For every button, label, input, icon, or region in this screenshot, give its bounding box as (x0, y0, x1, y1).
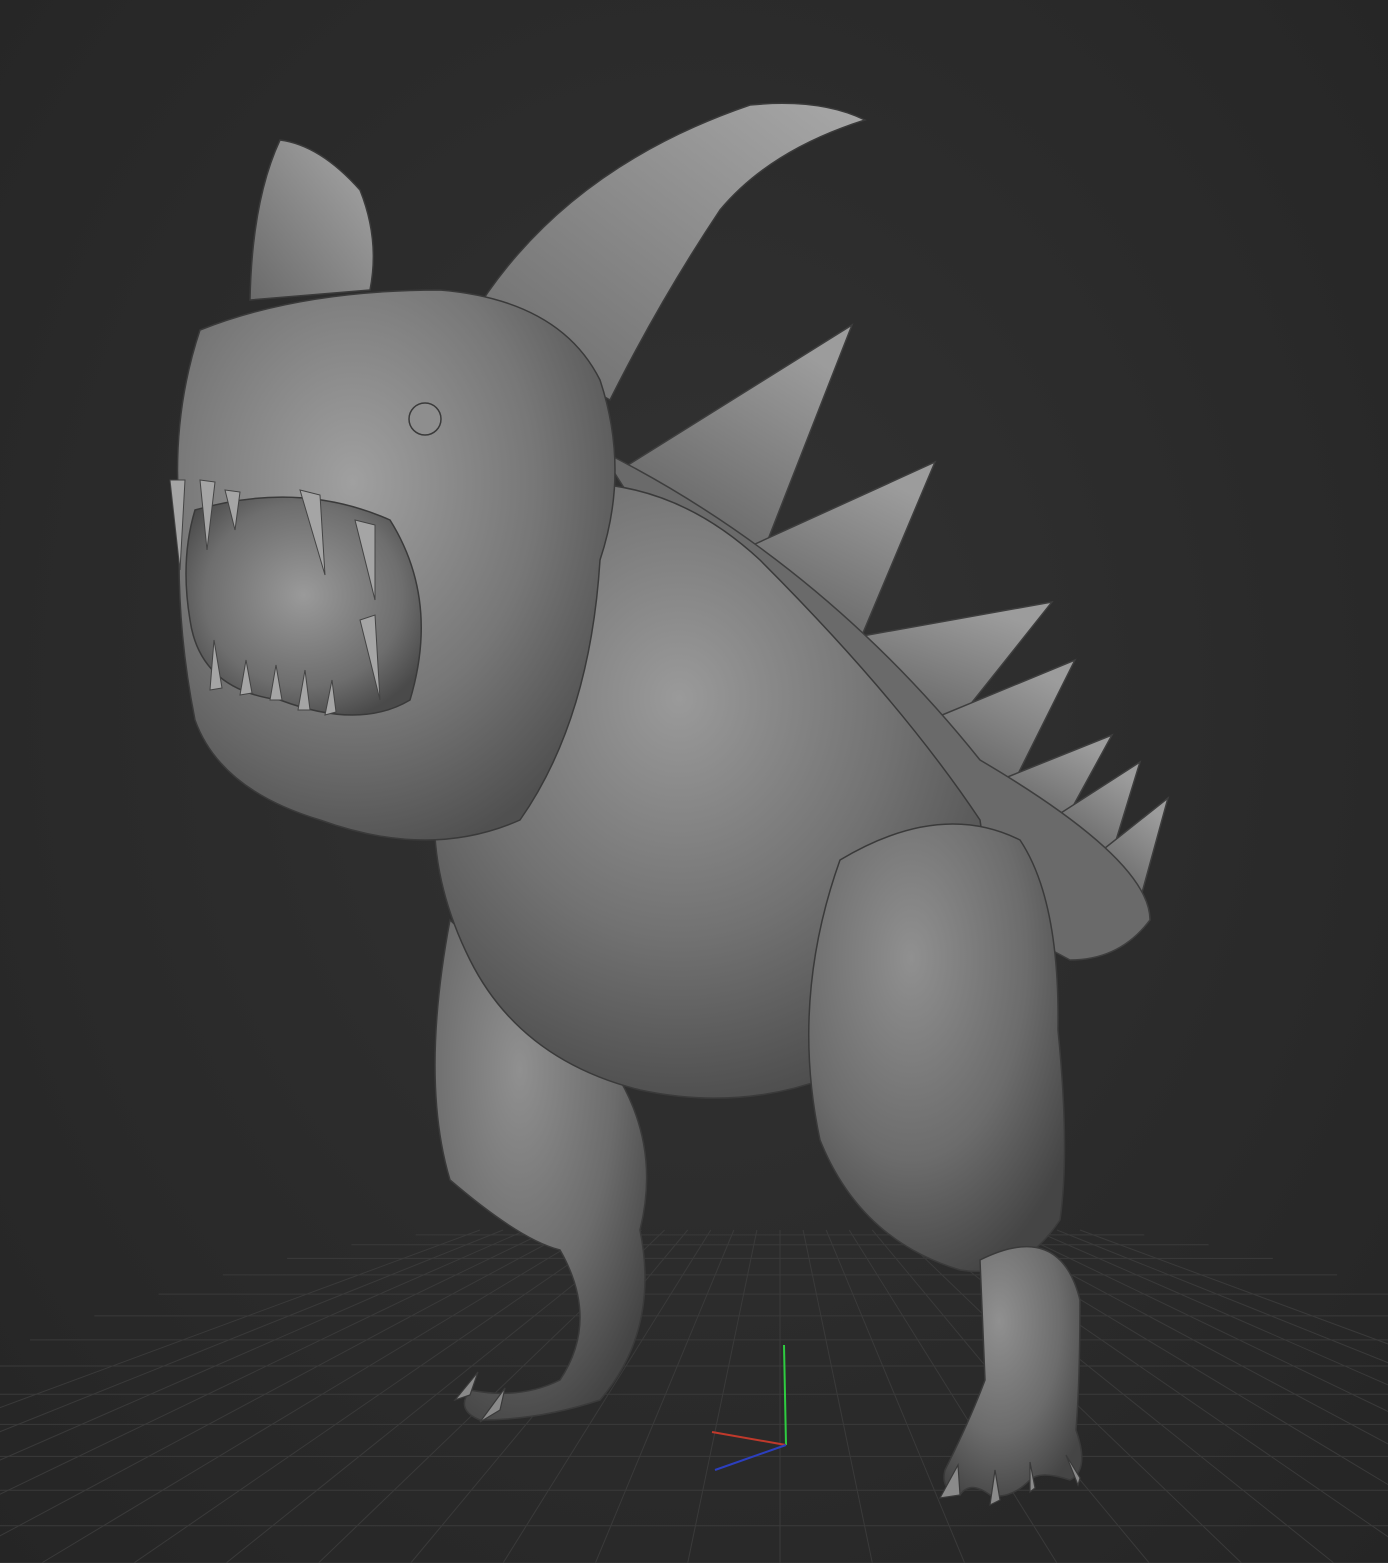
eye (408, 402, 442, 436)
grid-line (1056, 1229, 1388, 1364)
grid-line (0, 1229, 527, 1461)
left-horn (249, 139, 375, 301)
grid-line (0, 1229, 481, 1409)
axis-gizmo (711, 1344, 787, 1471)
y-axis-line (783, 1344, 787, 1446)
viewport-canvas[interactable] (0, 0, 1388, 1563)
near-foot (943, 1245, 1083, 1497)
near-thigh (808, 823, 1066, 1273)
z-axis-line (714, 1444, 787, 1471)
grid-line (802, 1229, 873, 1563)
grid-line (0, 1229, 504, 1433)
x-axis-line (711, 1431, 787, 1446)
floor-grid (0, 1229, 1388, 1563)
grid-line (687, 1229, 758, 1563)
grid-line (1033, 1229, 1388, 1386)
grid-line (825, 1229, 966, 1563)
3d-viewport[interactable] (0, 0, 1388, 1563)
sculpted-creature-model[interactable] (169, 102, 1170, 1507)
